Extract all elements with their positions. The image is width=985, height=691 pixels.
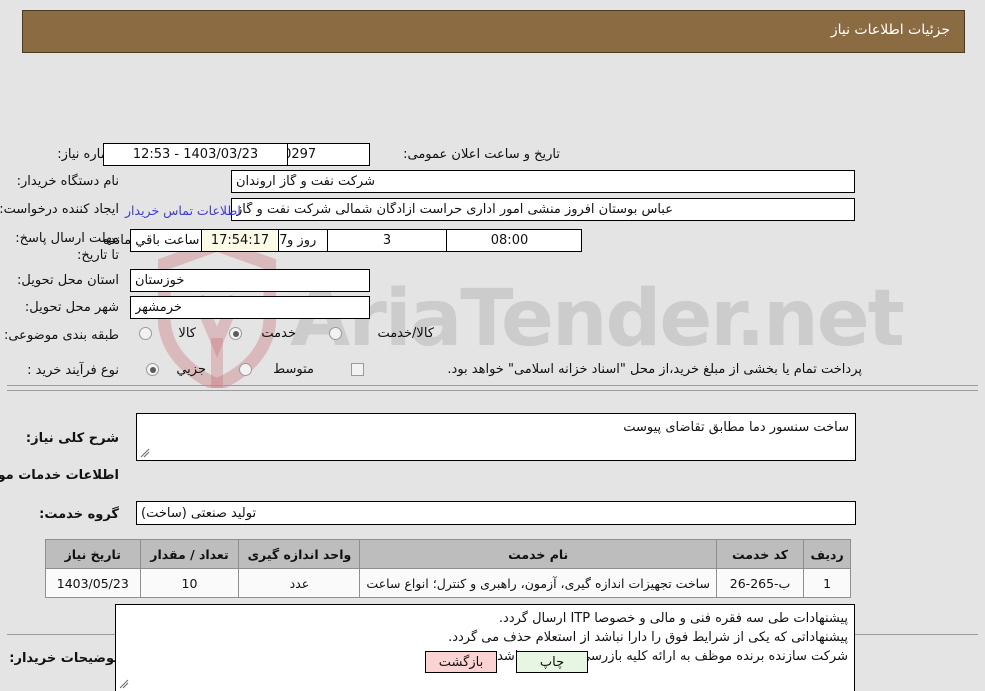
buyer-notes-label: توضیحات خریدار:: [9, 651, 119, 666]
th-row: ردیف: [803, 539, 851, 569]
items-table-header-row: ردیف کد خدمت نام خدمت واحد اندازه گیری ت…: [45, 539, 851, 569]
buyer-org-label: نام دستگاه خریدار:: [16, 174, 119, 189]
countdown-value: 17:54:17: [210, 233, 270, 248]
general-description-field[interactable]: ساخت سنسور دما مطابق تقاضای پیوست: [136, 413, 856, 461]
items-table: ردیف کد خدمت نام خدمت واحد اندازه گیری ت…: [45, 539, 851, 598]
th-date: تاریخ نیاز: [45, 539, 141, 569]
radio-classification-kala-khedmat[interactable]: [329, 327, 342, 340]
deadline-days-field[interactable]: 3: [327, 229, 447, 252]
th-code: کد خدمت: [715, 539, 805, 569]
service-group-value: تولید صنعتی (ساخت): [141, 505, 257, 521]
buyer-contact-link[interactable]: اطلاعات تماس خریدار: [125, 203, 241, 218]
treasury-bonds-checkbox[interactable]: [351, 363, 364, 376]
deadline-time-value: 08:00: [490, 233, 529, 248]
buyer-notes-line-2: پیشنهاداتی که یکی از شرایط فوق را دارا ن…: [448, 630, 848, 645]
radio-purchase-motavaset[interactable]: [239, 363, 252, 376]
service-group-label: گروه خدمت:: [39, 507, 119, 522]
purchase-type-label: نوع فرآیند خرید :: [27, 363, 119, 378]
header-bar: جزئیات اطلاعات نیاز: [22, 10, 965, 53]
service-group-field[interactable]: تولید صنعتی (ساخت): [136, 501, 856, 525]
cell-row: 1: [803, 568, 851, 598]
cell-name: ساخت تجهیزات اندازه گیری، آزمون، راهبری …: [359, 568, 717, 598]
table-row[interactable]: 1 ب-265-26 ساخت تجهیزات اندازه گیری، آزم…: [45, 568, 851, 598]
general-description-label: شرح کلی نیاز:: [25, 431, 119, 446]
classification-label: طبقه بندی موضوعی:: [3, 328, 119, 343]
print-button[interactable]: چاپ: [516, 651, 588, 673]
buyer-notes-field[interactable]: پیشنهادات طی سه فقره فنی و مالی و خصوصا …: [115, 604, 855, 691]
resize-grip-icon[interactable]: [119, 679, 129, 689]
back-button[interactable]: بازگشت: [425, 651, 497, 673]
province-label: استان محل تحویل:: [17, 273, 119, 288]
page-title: جزئیات اطلاعات نیاز: [830, 22, 950, 38]
announce-datetime-value: 1403/03/23 - 12:53: [132, 147, 259, 162]
requester-label: ایجاد کننده درخواست:: [0, 202, 119, 217]
city-value: خرمشهر: [135, 300, 182, 315]
radio-purchase-jozi-label: جزیي: [176, 362, 206, 377]
items-table-wrap: ردیف کد خدمت نام خدمت واحد اندازه گیری ت…: [45, 539, 851, 598]
cell-code: ب-265-26: [715, 568, 805, 598]
th-qty: تعداد / مقدار: [139, 539, 240, 569]
divider-top: [7, 385, 978, 386]
cell-date: 1403/05/23: [45, 568, 141, 598]
requester-field[interactable]: عباس بوستان افروز منشی امور اداری حراست …: [231, 198, 855, 221]
general-description-value: ساخت سنسور دما مطابق تقاضای پیوست: [623, 420, 849, 435]
province-field[interactable]: خوزستان: [130, 269, 370, 292]
th-name: نام خدمت: [359, 539, 717, 569]
buyer-org-field[interactable]: شرکت نفت و گاز اروندان: [231, 170, 855, 193]
announce-datetime-field[interactable]: 1403/03/23 - 12:53: [103, 143, 288, 166]
deadline-time-field[interactable]: 08:00: [437, 229, 582, 252]
cell-unit: عدد: [238, 568, 361, 598]
city-label: شهر محل تحویل:: [24, 300, 119, 315]
radio-purchase-jozi[interactable]: [146, 363, 159, 376]
radio-classification-kala[interactable]: [139, 327, 152, 340]
resize-grip-icon[interactable]: [140, 448, 150, 458]
details-panel: شماره نیاز: 1103093567000297 تاریخ و ساع…: [0, 63, 982, 691]
province-value: خوزستان: [135, 273, 185, 288]
deadline-days-label: روز و: [287, 233, 317, 248]
countdown-field: 17:54:17: [201, 229, 279, 252]
cell-qty: 10: [139, 568, 240, 598]
countdown-label: ساعت باقي مانده: [103, 233, 200, 248]
buyer-org-value: شرکت نفت و گاز اروندان: [236, 174, 375, 189]
radio-classification-kala-khedmat-label: کالا/خدمت: [377, 326, 434, 341]
radio-classification-khedmat-label: خدمت: [261, 326, 296, 341]
city-field[interactable]: خرمشهر: [130, 296, 370, 319]
th-unit: واحد اندازه گیری: [238, 539, 361, 569]
radio-classification-kala-label: کالا: [178, 326, 196, 341]
page-root: AriaTender.net جزئیات اطلاعات نیاز شماره…: [0, 0, 985, 691]
radio-purchase-motavaset-label: متوسط: [273, 362, 314, 377]
deadline-days-value: 3: [382, 233, 392, 248]
services-section-title: اطلاعات خدمات مورد نیاز: [0, 468, 119, 483]
divider-top-2: [7, 390, 978, 391]
buyer-notes-line-1: پیشنهادات طی سه فقره فنی و مالی و خصوصا …: [498, 611, 848, 626]
requester-value: عباس بوستان افروز منشی امور اداری حراست …: [236, 202, 673, 217]
radio-classification-khedmat[interactable]: [229, 327, 242, 340]
treasury-bonds-label: پرداخت تمام یا بخشی از مبلغ خرید،از محل …: [447, 362, 862, 377]
